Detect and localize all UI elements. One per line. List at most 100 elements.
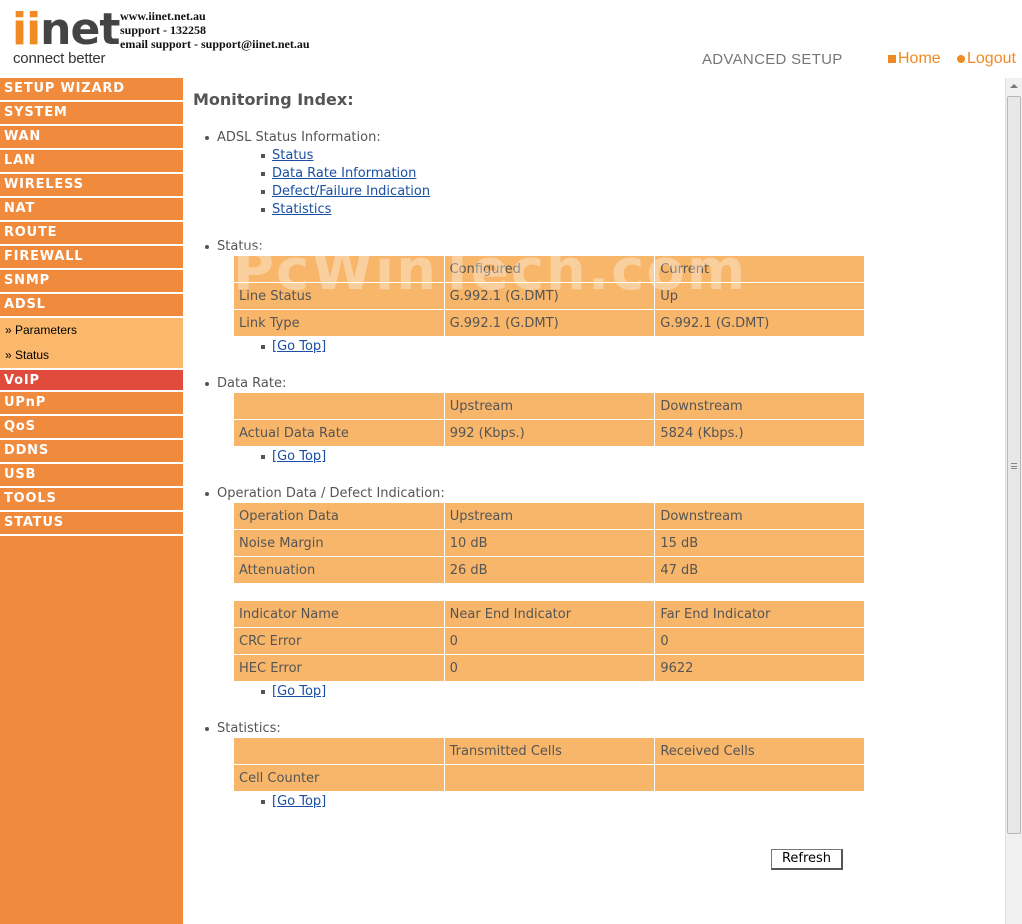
sidebar-item-firewall[interactable]: FIREWALL (0, 246, 183, 270)
support-email: email support - support@iinet.net.au (120, 37, 310, 51)
status-heading: Status: (205, 239, 263, 254)
sidebar-item-status[interactable]: STATUS (0, 512, 183, 536)
statistics-table: Transmitted Cells Received Cells Cell Co… (233, 737, 865, 792)
table-row: Cell Counter (233, 764, 865, 792)
sidebar-item-snmp[interactable]: SNMP (0, 270, 183, 294)
grip-icon (1011, 463, 1017, 469)
table-cell: 10 dB (443, 529, 656, 557)
table-cell: Operation Data (233, 502, 445, 530)
sidebar-subitem-status[interactable]: » Status (0, 343, 183, 368)
sidebar-item-wireless[interactable]: WIRELESS (0, 174, 183, 198)
table-row: CRC Error 0 0 (233, 627, 865, 655)
sidebar-subitem-parameters[interactable]: » Parameters (0, 318, 183, 343)
table-cell: Downstream (654, 392, 865, 420)
header: iinet connect better www.iinet.net.au su… (0, 0, 1022, 78)
index-link-statistics[interactable]: Statistics (260, 202, 331, 217)
table-cell: Actual Data Rate (233, 419, 445, 447)
table-cell (233, 255, 445, 283)
table-cell: Downstream (654, 502, 865, 530)
table-cell: Cell Counter (233, 764, 445, 792)
table-header-row: Indicator Name Near End Indicator Far En… (233, 600, 865, 628)
section-title: ADVANCED SETUP (702, 51, 843, 68)
go-top-link[interactable]: [Go Top] (260, 449, 326, 464)
scrollbar-thumb[interactable] (1007, 96, 1021, 834)
table-cell: 0 (443, 627, 656, 655)
logout-link[interactable]: Logout (957, 50, 1016, 68)
table-cell: 9622 (654, 654, 865, 682)
main-content: Monitoring Index: ADSL Status Informatio… (183, 78, 1005, 924)
table-header-row: Upstream Downstream (233, 392, 865, 420)
index-heading: ADSL Status Information: (205, 130, 381, 145)
table-cell: 992 (Kbps.) (443, 419, 656, 447)
sidebar-nav: SETUP WIZARD SYSTEM WAN LAN WIRELESS NAT… (0, 78, 183, 924)
table-cell (654, 764, 865, 792)
sidebar-item-ddns[interactable]: DDNS (0, 440, 183, 464)
support-info: www.iinet.net.au support - 132258 email … (120, 9, 310, 51)
sidebar-item-tools[interactable]: TOOLS (0, 488, 183, 512)
table-cell: Link Type (233, 309, 445, 337)
table-cell (443, 764, 656, 792)
sidebar-item-lan[interactable]: LAN (0, 150, 183, 174)
statistics-heading: Statistics: (205, 721, 281, 736)
table-header-row: Operation Data Upstream Downstream (233, 502, 865, 530)
index-link-data-rate[interactable]: Data Rate Information (260, 166, 416, 181)
table-cell: Noise Margin (233, 529, 445, 557)
table-cell: HEC Error (233, 654, 445, 682)
table-cell (233, 392, 445, 420)
table-cell: Upstream (443, 392, 656, 420)
table-cell: Received Cells (654, 737, 865, 765)
table-cell: 0 (654, 627, 865, 655)
go-top-link[interactable]: [Go Top] (260, 684, 326, 699)
sidebar-item-route[interactable]: ROUTE (0, 222, 183, 246)
sidebar-item-adsl[interactable]: ADSL (0, 294, 183, 318)
iinet-logo: iinet connect better (12, 4, 120, 68)
table-cell: Up (654, 282, 865, 310)
table-cell: Line Status (233, 282, 445, 310)
operation-table: Operation Data Upstream Downstream Noise… (233, 502, 865, 584)
support-website: www.iinet.net.au (120, 9, 206, 23)
data-rate-table: Upstream Downstream Actual Data Rate 992… (233, 392, 865, 447)
status-table: Configured Current Line Status G.992.1 (… (233, 255, 865, 337)
table-cell: Far End Indicator (654, 600, 865, 628)
indicator-table: Indicator Name Near End Indicator Far En… (233, 600, 865, 682)
adsl-submenu: » Parameters » Status (0, 318, 183, 368)
logo-tagline: connect better (13, 50, 106, 67)
table-cell: 5824 (Kbps.) (654, 419, 865, 447)
table-cell: G.992.1 (G.DMT) (654, 309, 865, 337)
go-top-link[interactable]: [Go Top] (260, 794, 326, 809)
round-bullet-icon (957, 55, 965, 63)
scroll-up-arrow-icon[interactable] (1006, 78, 1022, 95)
table-cell: 0 (443, 654, 656, 682)
refresh-button[interactable]: Refresh (771, 849, 843, 870)
data-rate-heading: Data Rate: (204, 376, 287, 391)
index-link-status[interactable]: Status (260, 148, 313, 163)
sidebar-item-voip[interactable]: VoIP (0, 368, 183, 392)
table-row: Link Type G.992.1 (G.DMT) G.992.1 (G.DMT… (233, 309, 865, 337)
sidebar-item-setup-wizard[interactable]: SETUP WIZARD (0, 78, 183, 102)
table-cell (233, 737, 445, 765)
support-phone: support - 132258 (120, 23, 207, 37)
home-link[interactable]: Home (888, 50, 941, 68)
sidebar-item-qos[interactable]: QoS (0, 416, 183, 440)
table-cell: Transmitted Cells (443, 737, 656, 765)
table-cell: G.992.1 (G.DMT) (443, 282, 656, 310)
vertical-scrollbar[interactable] (1005, 78, 1022, 924)
sidebar-item-upnp[interactable]: UPnP (0, 392, 183, 416)
go-top-link[interactable]: [Go Top] (260, 339, 326, 354)
table-cell: Upstream (443, 502, 656, 530)
table-cell: CRC Error (233, 627, 445, 655)
table-row: Actual Data Rate 992 (Kbps.) 5824 (Kbps.… (233, 419, 865, 447)
table-cell: Attenuation (233, 556, 445, 584)
table-header-row: Configured Current (233, 255, 865, 283)
index-link-defect[interactable]: Defect/Failure Indication (260, 184, 430, 199)
sidebar-item-nat[interactable]: NAT (0, 198, 183, 222)
table-cell: Indicator Name (233, 600, 445, 628)
sidebar-item-wan[interactable]: WAN (0, 126, 183, 150)
sidebar-item-system[interactable]: SYSTEM (0, 102, 183, 126)
table-row: Noise Margin 10 dB 15 dB (233, 529, 865, 557)
table-row: Attenuation 26 dB 47 dB (233, 556, 865, 584)
table-cell: Near End Indicator (443, 600, 656, 628)
table-cell: G.992.1 (G.DMT) (443, 309, 656, 337)
sidebar-item-usb[interactable]: USB (0, 464, 183, 488)
table-cell: 47 dB (654, 556, 865, 584)
